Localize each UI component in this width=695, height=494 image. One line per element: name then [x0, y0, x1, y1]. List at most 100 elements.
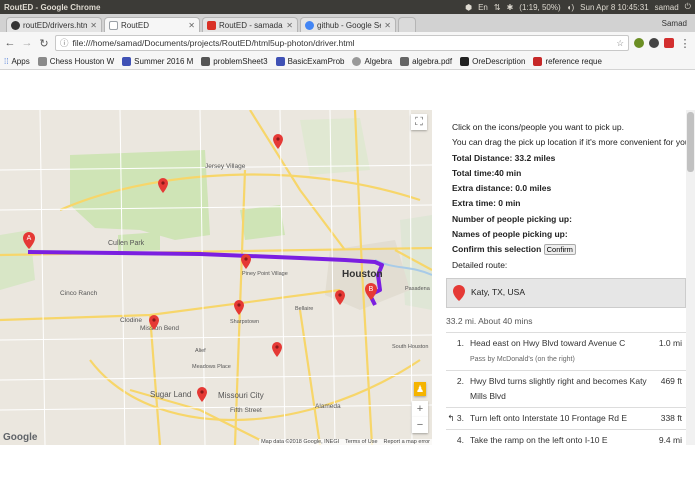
url-text[interactable]: file:///home/samad/Documents/projects/Ro…	[73, 38, 355, 48]
pdf-icon	[400, 57, 410, 66]
window-titlebar: RoutED - Google Chrome ⬢ En ⇅ ✱ (1:19, 5…	[0, 0, 695, 14]
passenger-marker[interactable]	[273, 134, 283, 149]
map-label-alameda: Alameda	[315, 403, 341, 410]
park-area	[70, 150, 210, 240]
map-label-piney-point: Piney Point Village	[242, 271, 288, 277]
route-panel: Click on the icons/people you want to pi…	[432, 110, 695, 445]
passenger-marker[interactable]	[197, 387, 207, 402]
route-step[interactable]: 2. Hwy Blvd turns slightly right and bec…	[446, 371, 686, 409]
clock[interactable]: Sun Apr 8 10:45:31	[580, 3, 649, 12]
browser-toolbar: ← → ↻ ⓘ file:///home/samad/Documents/pro…	[0, 32, 695, 54]
step-number: 4.	[456, 435, 464, 445]
step-subtext: Pass by McDonald's (on the right)	[470, 356, 575, 364]
bookmark-star-icon[interactable]: ☆	[616, 38, 624, 49]
step-distance: 9.4 mi	[658, 435, 682, 445]
names-people: Names of people picking up:	[452, 229, 568, 240]
volume-icon[interactable]: ◖)	[567, 3, 575, 12]
step-distance: 1.0 mi	[658, 338, 682, 349]
menu-icon[interactable]: ⋮	[679, 37, 691, 50]
map-label-clodine: Clodine	[120, 317, 142, 324]
panel-scrollbar[interactable]	[686, 110, 695, 445]
step-text: Take the ramp on the left onto I-10 E	[470, 435, 608, 445]
bookmark-item[interactable]: OreDescription	[460, 57, 525, 66]
close-tab-icon[interactable]: ✕	[384, 21, 391, 30]
park-area	[240, 205, 285, 240]
tab-strip: routED/drivers.html ✕ RoutED ✕ RoutED - …	[0, 14, 695, 32]
bookmark-item[interactable]: Summer 2016 M	[122, 57, 193, 66]
passenger-marker[interactable]	[272, 342, 282, 357]
address-bar[interactable]: ⓘ file:///home/samad/Documents/projects/…	[55, 35, 629, 51]
tab-routed[interactable]: RoutED ✕	[104, 17, 200, 32]
step-text: Hwy Blvd turns slightly right and become…	[470, 376, 647, 402]
bookmark-item[interactable]: BasicExamProb	[275, 57, 344, 66]
close-tab-icon[interactable]: ✕	[286, 21, 293, 30]
reload-icon[interactable]: ↻	[38, 37, 50, 50]
gmail-icon	[207, 20, 216, 30]
tab-label: routED/drivers.html	[23, 20, 88, 30]
confirm-label: Confirm this selection	[452, 244, 542, 255]
info-icon[interactable]: ⓘ	[60, 37, 69, 49]
zoom-in-button[interactable]: +	[412, 401, 428, 417]
step-distance: 338 ft	[660, 413, 682, 424]
new-tab-button[interactable]	[398, 17, 416, 32]
map-label-houston: Houston	[342, 269, 383, 280]
total-distance: Total Distance: 33.2 miles	[452, 152, 556, 163]
back-icon[interactable]: ←	[4, 37, 16, 49]
map-label-bellaire: Bellaire	[295, 306, 313, 312]
adblock-icon[interactable]	[664, 38, 674, 48]
destination-text: Katy, TX, USA	[471, 287, 526, 298]
extension-icon[interactable]	[649, 38, 659, 48]
profile-name[interactable]: Samad	[662, 19, 687, 28]
dropbox-icon[interactable]: ⬢	[465, 3, 472, 12]
map-label-pasadena: Pasadena	[405, 286, 431, 292]
route-map[interactable]: Cullen Park Houston Cinco Ranch Mission …	[0, 110, 432, 445]
tab-label: github - Google Se	[317, 20, 382, 30]
close-tab-icon[interactable]: ✕	[90, 21, 97, 30]
route-step[interactable]: 1. Head east on Hwy Blvd toward Avenue C…	[446, 333, 686, 372]
turn-left-icon: ↰	[447, 413, 455, 424]
bluetooth-icon[interactable]: ✱	[507, 3, 514, 12]
confirm-button[interactable]: Confirm	[543, 244, 576, 256]
pegman-icon[interactable]: ♟	[414, 382, 426, 396]
network-icon[interactable]: ⇅	[494, 3, 501, 12]
google-logo[interactable]: Google	[3, 432, 37, 443]
step-text: Head east on Hwy Blvd toward Avenue C	[470, 338, 626, 349]
bookmark-item[interactable]: problemSheet3	[201, 57, 268, 66]
route-step[interactable]: 4. Take the ramp on the left onto I-10 E…	[446, 430, 686, 445]
map-label-meadows-place: Meadows Place	[192, 364, 231, 370]
bookmark-item[interactable]: Chess Houston W	[37, 57, 114, 66]
bookmark-apps[interactable]: ⁞⁞ Apps	[4, 57, 30, 66]
close-tab-icon[interactable]: ✕	[188, 21, 195, 30]
destination-card[interactable]: Katy, TX, USA	[446, 277, 686, 308]
user-menu[interactable]: samad	[655, 3, 679, 12]
zoom-out-button[interactable]: −	[412, 417, 428, 433]
step-text: Turn left onto Interstate 10 Frontage Rd…	[470, 413, 628, 424]
num-people: Number of people picking up:	[452, 213, 572, 224]
power-icon[interactable]: ⏻	[685, 2, 691, 12]
map-pin-icon	[453, 284, 465, 301]
bookmarks-bar: ⁞⁞ Apps Chess Houston W Summer 2016 M pro…	[0, 54, 695, 70]
step-number: ↰ 3.	[447, 413, 464, 424]
map-label-sugar-land: Sugar Land	[150, 390, 191, 399]
passenger-marker[interactable]	[234, 300, 244, 315]
bookmark-item[interactable]: algebra.pdf	[400, 57, 452, 66]
forward-icon[interactable]: →	[21, 37, 33, 49]
battery-status[interactable]: (1:19, 50%)	[519, 3, 560, 12]
keyboard-icon[interactable]: En	[478, 3, 488, 12]
scrollbar-thumb[interactable]	[687, 112, 694, 172]
route-step[interactable]: ↰ 3. Turn left onto Interstate 10 Fronta…	[446, 408, 686, 431]
page-bottom-blank	[0, 445, 695, 494]
tab-google-search[interactable]: github - Google Se ✕	[300, 17, 396, 32]
fullscreen-icon[interactable]: ⛶	[411, 114, 427, 130]
tab-gmail[interactable]: RoutED - samadahm ✕	[202, 17, 298, 32]
extra-distance: Extra distance: 0.0 miles	[452, 183, 552, 194]
extension-icon[interactable]	[634, 38, 644, 48]
bookmark-favicon	[201, 57, 211, 66]
map-canvas[interactable]: Cullen Park Houston Cinco Ranch Mission …	[0, 110, 432, 445]
map-label-south-houston: South Houston	[392, 344, 428, 350]
intro-text: Click on the icons/people you want to pi…	[452, 122, 624, 132]
bookmark-item[interactable]: Algebra	[352, 57, 392, 66]
tab-drivers[interactable]: routED/drivers.html ✕	[6, 17, 102, 32]
bookmark-favicon	[37, 57, 47, 66]
bookmark-item[interactable]: reference reque	[533, 57, 602, 66]
